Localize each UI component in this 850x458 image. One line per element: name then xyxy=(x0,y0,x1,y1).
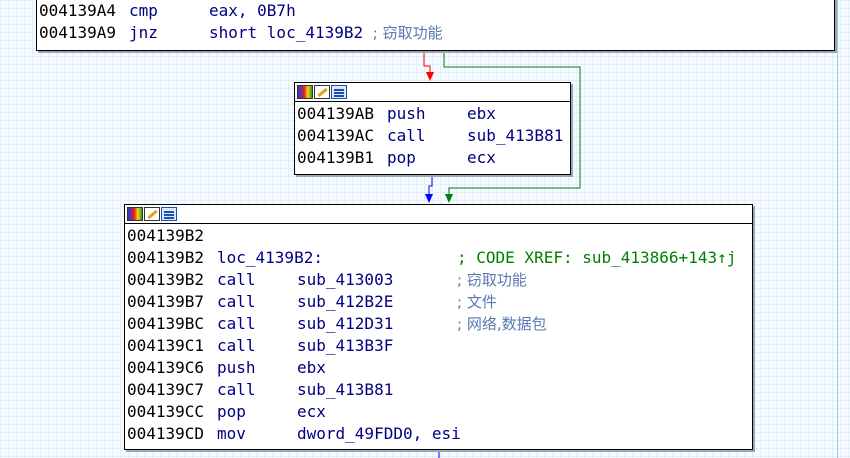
operand[interactable]: sub_413B81 xyxy=(297,380,393,399)
address: 004139AB xyxy=(297,104,375,123)
address: 004139A9 xyxy=(39,23,117,42)
asm-line[interactable]: 004139AB push ebx xyxy=(297,103,570,125)
edge-normal-arrow xyxy=(425,194,433,203)
asm-line[interactable]: 004139B7 call sub_412B2E; 文件 xyxy=(127,291,752,313)
address: 004139BC xyxy=(127,314,205,333)
operand[interactable]: sub_412D31 xyxy=(297,313,457,335)
address: 004139B2 xyxy=(127,270,205,289)
asm-line[interactable]: 004139B1 pop ecx xyxy=(297,147,570,169)
asm-line[interactable]: 004139C7 call sub_413B81 xyxy=(127,379,752,401)
asm-line[interactable]: 004139CD mov dword_49FDD0, esi xyxy=(127,423,752,445)
operand[interactable]: short loc_4139B2 xyxy=(209,23,363,42)
block-header xyxy=(125,205,752,224)
address: 004139C7 xyxy=(127,380,205,399)
asm-line[interactable]: 004139C6 push ebx xyxy=(127,357,752,379)
xref-comment[interactable]: ; CODE XREF: sub_413866+143↑j xyxy=(457,248,736,267)
color-icon[interactable] xyxy=(127,207,143,221)
operand: ebx xyxy=(467,104,496,123)
asm-line[interactable]: 004139B2 call sub_413003; 窃取功能 xyxy=(127,269,752,291)
basic-block-top[interactable]: 004139A4 cmp eax, 0B7h 004139A9 jnz short lo… xyxy=(36,0,835,51)
operand[interactable]: sub_413003 xyxy=(297,269,457,291)
operand[interactable]: sub_413B3F xyxy=(297,336,393,355)
asm-line[interactable]: 004139A9 jnz short loc_4139B2 ; 窃取功能 xyxy=(39,22,834,44)
mnemonic: push xyxy=(217,358,256,377)
mnemonic: call xyxy=(217,380,256,399)
address: 004139CD xyxy=(127,424,205,443)
asm-line[interactable]: 004139B2 loc_4139B2:; CODE XREF: sub_4138… xyxy=(127,247,752,269)
operand[interactable]: sub_413B81 xyxy=(467,126,563,145)
asm-line[interactable]: 004139A4 cmp eax, 0B7h xyxy=(39,0,834,22)
mnemonic: call xyxy=(217,336,256,355)
graph-icon[interactable] xyxy=(331,85,347,99)
address: 004139AC xyxy=(297,126,375,145)
mnemonic: pop xyxy=(387,148,416,167)
block-header xyxy=(295,83,570,102)
mnemonic: cmp xyxy=(129,1,158,20)
edit-icon[interactable] xyxy=(314,85,330,99)
color-icon[interactable] xyxy=(297,85,313,99)
operand: ecx xyxy=(297,402,326,421)
asm-line[interactable]: 004139AC call sub_413B81 xyxy=(297,125,570,147)
mnemonic: call xyxy=(217,270,256,289)
operand: eax, 0B7h xyxy=(209,1,296,20)
operand: ebx xyxy=(297,358,326,377)
asm-line[interactable]: 004139CC pop ecx xyxy=(127,401,752,423)
comment: ; 网络,数据包 xyxy=(457,315,547,333)
comment: ; 文件 xyxy=(457,293,497,311)
mnemonic: call xyxy=(387,126,426,145)
address: 004139B2 xyxy=(127,248,205,267)
address: 004139B7 xyxy=(127,292,205,311)
mnemonic: push xyxy=(387,104,426,123)
basic-block-bottom[interactable]: 004139B2 004139B2 loc_4139B2:; CODE XREF:… xyxy=(124,204,753,450)
address: 004139B2 xyxy=(127,226,205,245)
basic-block-mid[interactable]: 004139AB push ebx 004139AC call sub_413B81 0… xyxy=(294,82,571,175)
mnemonic: call xyxy=(217,314,256,333)
operand[interactable]: sub_412B2E xyxy=(297,291,457,313)
asm-line[interactable]: 004139C1 call sub_413B3F xyxy=(127,335,752,357)
address: 004139A4 xyxy=(39,1,117,20)
address: 004139C1 xyxy=(127,336,205,355)
asm-line[interactable]: 004139B2 xyxy=(127,225,752,247)
address: 004139C6 xyxy=(127,358,205,377)
address: 004139B1 xyxy=(297,148,375,167)
asm-line[interactable]: 004139BC call sub_412D31; 网络,数据包 xyxy=(127,313,752,335)
operand: ecx xyxy=(467,148,496,167)
edge-false-arrow xyxy=(426,72,434,81)
graph-icon[interactable] xyxy=(161,207,177,221)
mnemonic: jnz xyxy=(129,23,158,42)
edit-icon[interactable] xyxy=(144,207,160,221)
edge-true-arrow xyxy=(445,194,453,203)
mnemonic: call xyxy=(217,292,256,311)
mnemonic: pop xyxy=(217,402,246,421)
mnemonic: mov xyxy=(217,424,246,443)
comment: ; 窃取功能 xyxy=(372,24,443,42)
operand[interactable]: dword_49FDD0, esi xyxy=(297,424,461,443)
address: 004139CC xyxy=(127,402,205,421)
comment: ; 窃取功能 xyxy=(457,271,527,289)
label[interactable]: loc_4139B2: xyxy=(217,247,457,269)
